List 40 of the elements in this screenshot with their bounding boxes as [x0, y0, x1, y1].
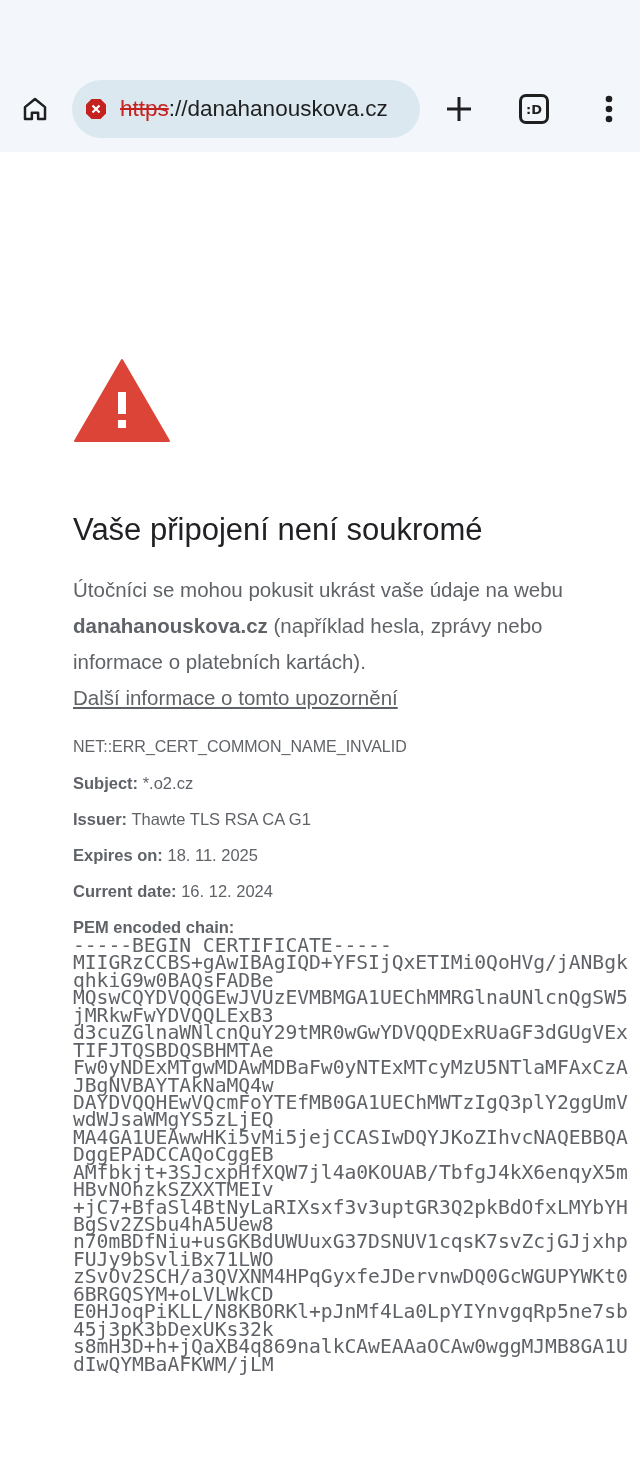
pem-line: +jC7+BfaSl4BtNyLaRIXsxf3v3uptGR3Q2pkBdOfxLMYbYH — [73, 1198, 629, 1216]
error-code: NET::ERR_CERT_COMMON_NAME_INVALID — [73, 737, 408, 757]
learn-more-link[interactable]: Další informace o tomto upozornění — [73, 680, 398, 716]
tab-switcher-button[interactable]: :D — [519, 94, 549, 124]
pem-line: FUJy9bSvliBx71LWO — [73, 1250, 274, 1269]
pem-line: s8mH3D+h+jQaXB4q869nalkCAwEAAaOCAw0wggMJMB8GA1U — [73, 1338, 629, 1356]
certificate-detail: Current date: 16. 12. 2024 — [73, 881, 274, 902]
pem-line: MA4GA1UEAwwHKi5vMi5jejCCASIwDQYJKoZIhvcNAQEBBQA — [73, 1128, 629, 1147]
pem-line: HBvNOhzkSZXXTMEIv — [73, 1181, 274, 1199]
pem-line: zSvOv2SCH/a3QVXNM4HPqGyxfeJDervnwDQ0GcWGUPYWKt0 — [73, 1268, 629, 1286]
certificate-detail: Expires on: 18. 11. 2025 — [73, 845, 259, 866]
pem-line: jMRkwFwYDVQQLExB3 — [73, 1006, 274, 1025]
pem-line: AMfbkjt+3SJcxpHfXQW7jl4a0KOUAB/TbfgJ4kX6enqyX5m — [73, 1163, 629, 1182]
pem-line: 45j3pK3bDexUKs32k — [73, 1320, 274, 1339]
pem-line: E0HJoqPiKLL/N8KBORKl+pJnMf4La0LpYIYnvgqRp5ne7sb — [73, 1303, 629, 1321]
pem-line: DAYDVQQHEwVQcmFoYTEfMB0GA1UEChMWTzIgQ3plY2ggUmV — [73, 1093, 629, 1112]
pem-line: MIIGRzCCBS+gAwIBAgIQD+YFSIjQxETIMi0QoHVg/jANBgk — [73, 954, 629, 972]
pem-line: 6BRGQSYM+oLVLWkCD — [73, 1285, 274, 1304]
error-icon[interactable] — [84, 97, 108, 121]
pem-line: wdWJsaWMgYS5zLjEQ — [73, 1111, 274, 1129]
pem-line: qhkiG9w0BAQsFADBe — [73, 971, 274, 990]
pem-line: MQswCQYDVQQGEwJVUzEVMBMGA1UEChMMRGlnaUNlcnQgSW5 — [73, 989, 629, 1007]
warning-message: Útočníci se mohou pokusit ukrást vaše údaje na webu danahanouskova.cz (například hesla, zprávy nebo informace o platebních kartách). — [73, 577, 563, 675]
menu-icon[interactable] — [605, 95, 613, 123]
pem-line: d3cuZGlnaWNlcnQuY29tMR0wGwYDVQQDExRUaGF3dGUgVEx — [73, 1024, 629, 1042]
pem-line: n70mBDfNiu+usGKBdUWUuxG37DSNUV1cqsK7svZcjGJjxhp — [73, 1233, 629, 1251]
address-bar[interactable]: https://danahanouskova.cz — [72, 80, 420, 138]
certificate-detail: Issuer: Thawte TLS RSA CA G1 — [73, 809, 312, 830]
pem-line: dIwQYMBaAFKWM/jLM — [73, 1355, 274, 1373]
pem-line: TIFJTQSBDQSBHMTAe — [73, 1041, 274, 1060]
pem-line: DggEPADCCAQoCggEB — [73, 1146, 274, 1164]
new-tab-icon[interactable] — [446, 96, 472, 122]
pem-line: BgSv2ZSbu4hA5Uew8 — [73, 1216, 274, 1234]
pem-line: JBgNVBAYTAkNaMQ4w — [73, 1076, 274, 1094]
pem-line: Fw0yNDExMTgwMDAwMDBaFw0yNTExMTcyMzU5NTlaMFAxCzA — [73, 1059, 629, 1077]
pem-line: -----BEGIN CERTIFICATE----- — [73, 937, 392, 955]
warning-icon — [73, 358, 171, 443]
certificate-detail: Subject: *.o2.cz — [73, 773, 195, 794]
page-title: Vaše připojení není soukromé — [73, 511, 484, 549]
pem-label: PEM encoded chain: — [73, 917, 236, 938]
